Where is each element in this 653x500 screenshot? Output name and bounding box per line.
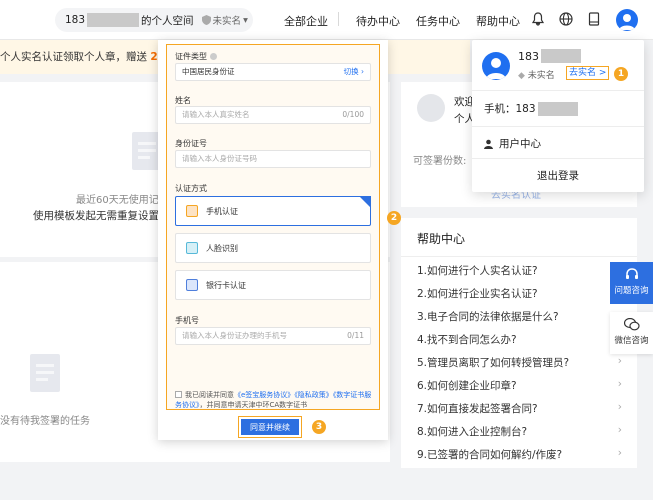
headset-icon — [625, 268, 638, 279]
phone-label: 手机号 — [175, 316, 199, 325]
id-number-label: 身份证号 — [175, 139, 207, 148]
notice-count: 2 — [150, 51, 158, 63]
user-avatar[interactable] — [616, 9, 638, 31]
dropdown-avatar — [482, 52, 510, 80]
switch-id-type-link[interactable]: 切换 › — [344, 64, 364, 80]
chevron-right-icon: › — [617, 424, 622, 436]
template-subtext: 使用模板发起无需重复设置签 — [33, 210, 170, 222]
user-center-item[interactable]: 用户中心 — [484, 136, 541, 151]
submit-highlight: 同意并继续 — [238, 416, 302, 438]
name-input[interactable]: 请输入本人真实姓名 0/100 — [175, 106, 371, 124]
nav-help-center[interactable]: 帮助中心 — [476, 13, 520, 29]
chevron-right-icon: › — [617, 401, 622, 413]
help-item[interactable]: 2.如何进行企业实名认证?› — [417, 286, 622, 301]
privacy-policy-link[interactable]: 《隐私政策》 — [294, 391, 333, 399]
wechat-consult-button[interactable]: 微信咨询 — [610, 312, 653, 354]
template-empty-hint: 最近60天无使用记 — [76, 195, 159, 206]
auth-method-label: 认证方式 — [175, 184, 207, 193]
help-center-title: 帮助中心 — [417, 232, 466, 246]
id-type-label: 证件类型 — [175, 51, 217, 62]
info-icon — [209, 53, 217, 60]
bell-icon[interactable] — [530, 11, 546, 27]
divider — [401, 256, 637, 257]
step-badge-3: 3 — [312, 420, 326, 434]
verify-status[interactable]: 未实名 ▾ — [201, 13, 248, 27]
top-bar: 183 的个人空间 未实名 ▾ 全部企业 待办中心 任务中心 帮助中心 — [0, 0, 653, 40]
help-item[interactable]: 8.如何进入企业控制台? › — [417, 424, 622, 439]
profile-avatar — [417, 94, 445, 122]
chevron-right-icon: › — [617, 355, 622, 367]
space-switcher[interactable]: 183 的个人空间 未实名 ▾ — [55, 8, 253, 32]
selected-check-icon — [359, 196, 371, 208]
masked-phone — [87, 13, 140, 27]
logout-button[interactable]: 退出登录 — [472, 168, 644, 183]
shield-icon: ◆ — [518, 71, 525, 81]
id-type-select[interactable]: 中国居民身份证 切换 › — [175, 63, 371, 81]
person-icon — [484, 139, 493, 149]
help-item[interactable]: 4.找不到合同怎么办?› — [417, 332, 622, 347]
help-item[interactable]: 9.已签署的合同如何解约/作废? › — [417, 447, 622, 462]
agree-continue-button[interactable]: 同意并继续 — [241, 419, 299, 435]
help-item[interactable]: 5.管理员离职了如何转授管理员? › — [417, 355, 622, 370]
name-label: 姓名 — [175, 96, 191, 105]
verification-form: 证件类型 中国居民身份证 切换 › 姓名 请输入本人真实姓名 0/100 身份证… — [166, 44, 380, 410]
help-item[interactable]: 6.如何创建企业印章? › — [417, 378, 622, 393]
help-item[interactable]: 1.如何进行个人实名认证?› — [417, 263, 622, 278]
help-item[interactable]: 3.电子合同的法律依据是什么?› — [417, 309, 622, 324]
globe-icon[interactable] — [558, 11, 574, 27]
auth-option-face[interactable]: 人脸识别 — [175, 233, 371, 263]
help-center-panel: 帮助中心 1.如何进行个人实名认证?› 2.如何进行企业实名认证?› 3.电子合… — [401, 218, 637, 468]
nav-divider — [338, 12, 339, 26]
bank-card-icon — [186, 279, 198, 291]
auth-option-phone[interactable]: 手机认证 — [175, 196, 371, 226]
name-char-counter: 0/100 — [342, 110, 364, 119]
caret-down-icon: ▾ — [243, 14, 248, 26]
step-badge-2: 2 — [387, 211, 401, 225]
step-badge-1: 1 — [614, 67, 628, 81]
service-agreement-link[interactable]: 《e签宝服务协议》 — [234, 391, 294, 399]
wechat-icon — [623, 317, 640, 331]
chevron-right-icon: › — [617, 378, 622, 390]
id-number-input[interactable]: 请输入本人身份证号码 — [175, 150, 371, 168]
verification-modal: 证件类型 中国居民身份证 切换 › 姓名 请输入本人真实姓名 0/100 身份证… — [158, 40, 388, 440]
space-phone-prefix: 183 — [65, 14, 86, 26]
masked-phone — [537, 101, 578, 116]
phone-auth-icon — [186, 205, 198, 217]
tasks-empty-text: 没有待我签署的任务 — [0, 416, 90, 427]
signable-count-label: 可签署份数: — [413, 156, 467, 167]
face-scan-icon — [186, 242, 198, 254]
dropdown-phone: 手机：183 — [484, 101, 578, 116]
shield-icon — [201, 15, 211, 25]
divider — [472, 126, 644, 127]
document-placeholder-icon — [30, 354, 60, 392]
go-verify-link[interactable]: 去实名 > — [566, 66, 610, 80]
tablet-icon[interactable] — [586, 11, 602, 27]
nav-task-center[interactable]: 任务中心 — [416, 13, 460, 29]
agreement-text: 我已阅读并同意《e签宝服务协议》《隐私政策》《数字证书服务协议》，并同意申请天津… — [175, 391, 372, 409]
divider — [472, 158, 644, 159]
phone-char-counter: 0/11 — [347, 331, 364, 340]
nav-todo-center[interactable]: 待办中心 — [356, 13, 400, 29]
phone-input[interactable]: 请输入本人身份证办理的手机号 0/11 — [175, 327, 371, 345]
account-dropdown: 183 ◆ 未实名 去实名 > 1 手机：183 用户中心 退出登录 — [472, 40, 644, 192]
divider — [472, 90, 644, 91]
dropdown-verify-status: ◆ 未实名 — [518, 71, 555, 81]
help-item[interactable]: 7.如何直接发起签署合同? › — [417, 401, 622, 416]
question-consult-button[interactable]: 问题咨询 — [610, 262, 653, 304]
chevron-right-icon: › — [617, 447, 622, 459]
nav-all-enterprises[interactable]: 全部企业 — [284, 13, 328, 29]
auth-option-bank[interactable]: 银行卡认证 — [175, 270, 371, 300]
space-title: 的个人空间 — [141, 14, 194, 27]
agree-checkbox[interactable] — [175, 391, 182, 398]
dropdown-username: 183 — [518, 49, 581, 63]
masked-phone — [541, 49, 581, 63]
